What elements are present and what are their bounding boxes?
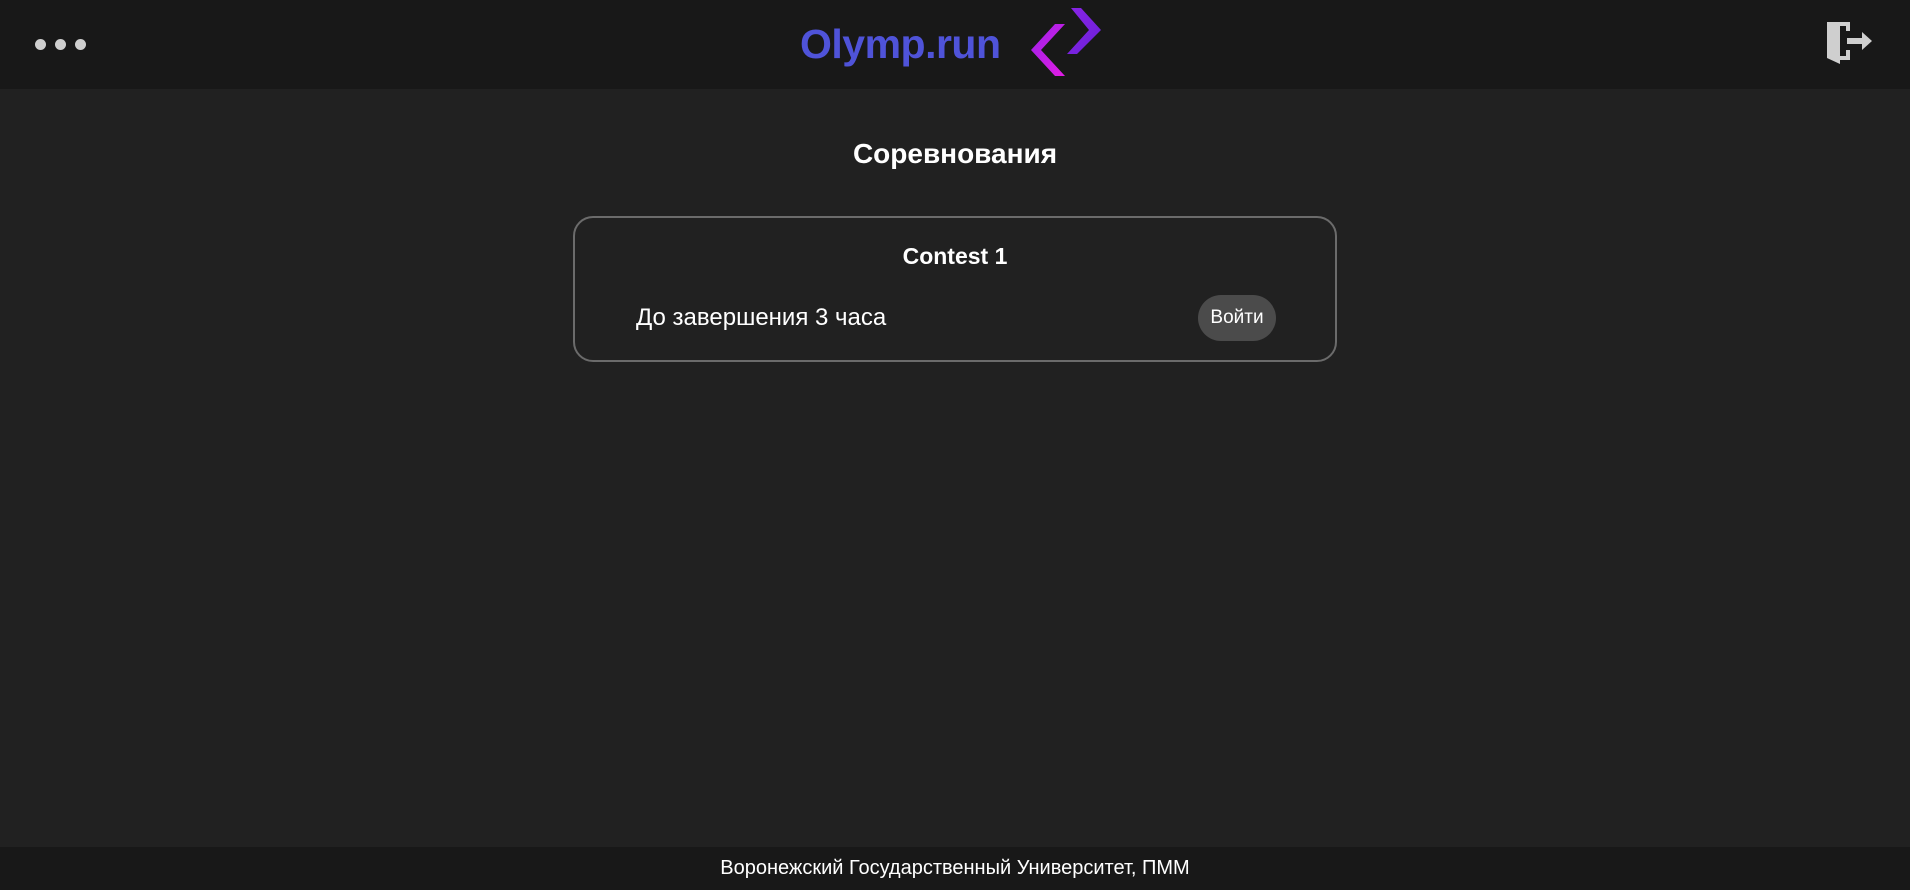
- footer: Воронежский Государственный Университет,…: [0, 847, 1910, 890]
- more-menu-button[interactable]: [30, 28, 90, 60]
- page: Olymp.run Соревнования Contest 1 До заве…: [0, 0, 1910, 890]
- brand[interactable]: Olymp.run: [800, 6, 1101, 82]
- page-title: Соревнования: [852, 138, 1058, 169]
- contest-card: Contest 1 До завершения 3 часа Войти: [573, 216, 1337, 362]
- logout-door-icon[interactable]: [1824, 18, 1874, 68]
- menu-dot: [74, 38, 86, 50]
- chevrons-code-icon: [1030, 8, 1101, 76]
- menu-dot: [54, 38, 66, 50]
- menu-dot: [34, 38, 46, 50]
- enter-contest-button[interactable]: Войти: [1198, 295, 1276, 341]
- brand-name: Olymp.run: [800, 20, 1001, 67]
- contest-time-remaining: До завершения 3 часа: [636, 304, 887, 331]
- contest-title: Contest 1: [902, 243, 1008, 269]
- top-header: Olymp.run: [0, 0, 1910, 89]
- footer-text: Воронежский Государственный Университет,…: [720, 857, 1190, 879]
